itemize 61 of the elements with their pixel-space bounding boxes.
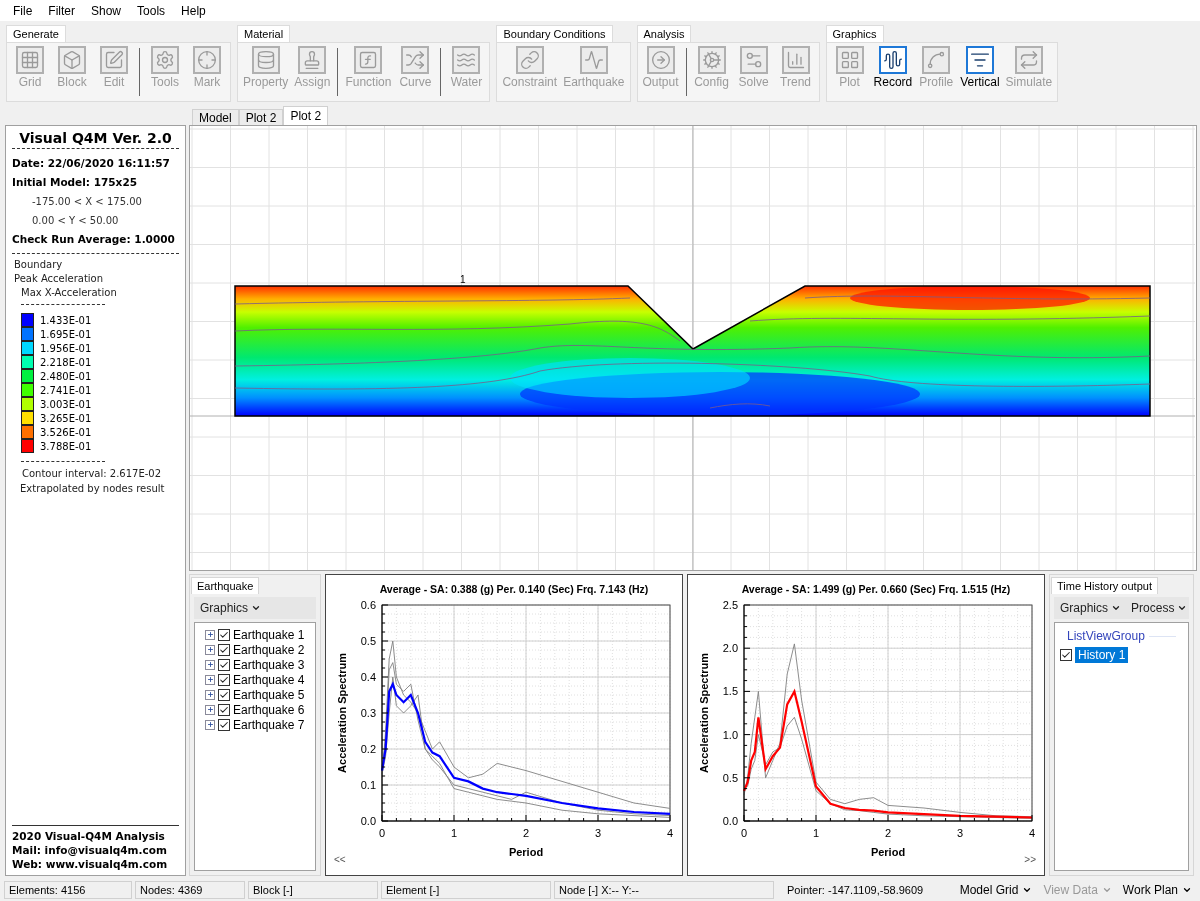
info-line: Initial Model: 175x25 — [12, 175, 138, 190]
tick-label: 0.0 — [360, 815, 376, 827]
tick-label: 2 — [522, 827, 530, 839]
group-header: ListViewGroup — [1067, 629, 1145, 643]
legend-label: 2.480E-01 — [40, 370, 92, 382]
axis-title: Period — [870, 846, 906, 858]
tick-label: 3 — [956, 827, 964, 839]
tick-label: 0.2 — [360, 743, 376, 755]
footer-text: Web: www.visualq4m.com — [12, 857, 169, 871]
info-line: Check Run Average: 1.0000 — [12, 232, 176, 247]
status-field: Element [-] — [381, 881, 551, 899]
tick-label: 3 — [594, 827, 602, 839]
legend-label: 3.526E-01 — [40, 426, 92, 438]
status-field: Block [-] — [248, 881, 378, 899]
status-field: Nodes: 4369 — [135, 881, 245, 899]
info-line: Date: 22/06/2020 16:11:57 — [12, 156, 171, 171]
tick-label: 4 — [666, 827, 674, 839]
info-line: 0.00 < Y < 50.00 — [31, 214, 120, 228]
legend-label: 1.695E-01 — [40, 328, 92, 340]
note-text: Extrapolated by nodes result — [19, 482, 166, 496]
status-text: Pointer: -147.1109,-58.9609 — [786, 884, 924, 896]
tick-label: 1 — [450, 827, 458, 839]
legend-label: 1.433E-01 — [40, 314, 92, 326]
tick-label: 0.4 — [360, 671, 376, 683]
tick-label: 0.0 — [722, 815, 738, 827]
status-field: Node [-] X:-- Y:-- — [554, 881, 774, 899]
tick-label: 0 — [378, 827, 386, 839]
result-label: Peak Acceleration — [13, 272, 105, 286]
legend-label: 2.218E-01 — [40, 356, 92, 368]
tick-label: 1 — [812, 827, 820, 839]
tick-label: 1.0 — [722, 728, 738, 741]
tick-label: 0.1 — [360, 779, 376, 791]
result-label: Boundary — [13, 258, 64, 272]
legend-label: 2.741E-01 — [40, 384, 92, 396]
tick-label: 0.5 — [360, 635, 376, 647]
node-label: 1 — [460, 274, 466, 285]
tick-label: 0.5 — [722, 771, 738, 784]
axis-title: Acceleration Spectrum — [336, 653, 348, 773]
chart-title: Average - SA: 0.388 (g) Per. 0.140 (Sec) Frq. 7.143 (Hz) — [379, 583, 649, 595]
note-text: Contour interval: 2.617E-02 — [21, 467, 163, 481]
app-title: Visual Q4M Ver. 2.0 — [12, 130, 179, 149]
legend-label: 3.265E-01 — [40, 412, 92, 424]
legend-label: 3.788E-01 — [40, 440, 92, 452]
tick-label: 2 — [884, 827, 892, 839]
tick-label: 4 — [1028, 827, 1036, 839]
tick-label: 2.5 — [722, 599, 738, 611]
tick-label: 0 — [740, 827, 748, 839]
info-line: -175.00 < X < 175.00 — [31, 195, 143, 209]
footer-text: 2020 Visual-Q4M Analysis — [12, 829, 166, 843]
legend-label: 1.956E-01 — [40, 342, 92, 354]
axis-title: Period — [508, 846, 544, 858]
footer-text: Mail: info@visualq4m.com — [12, 843, 168, 857]
tick-label: 0.6 — [360, 599, 376, 611]
tick-label: 1.5 — [722, 685, 738, 698]
tick-label: 0.3 — [360, 707, 376, 719]
legend-label: 3.003E-01 — [40, 398, 92, 410]
result-label: Max X-Acceleration — [20, 286, 118, 300]
tick-label: 2.0 — [722, 642, 738, 655]
axis-title: Acceleration Spectrum — [698, 653, 710, 773]
chart-title: Average - SA: 1.499 (g) Per. 0.660 (Sec) Frq. 1.515 (Hz) — [741, 583, 1011, 595]
status-field: Elements: 4156 — [4, 881, 132, 899]
